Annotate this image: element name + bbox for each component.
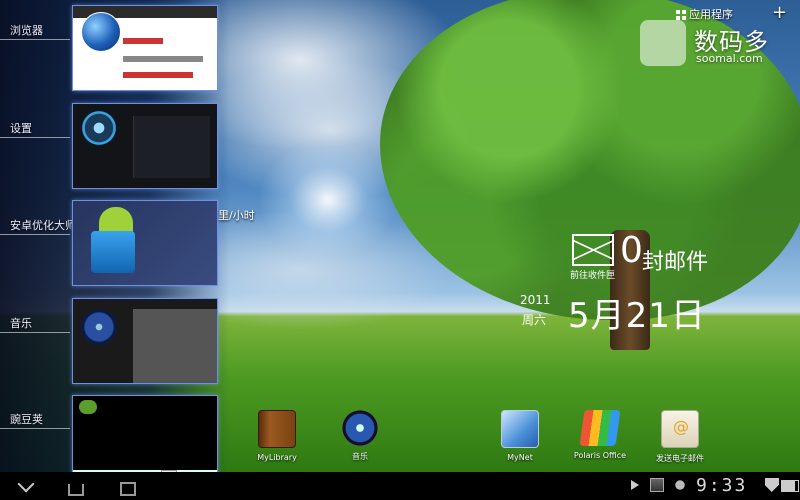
email-count: 0 (620, 230, 643, 271)
recent-app-thumb-settings[interactable] (72, 103, 218, 189)
recent-apps-icon[interactable] (114, 476, 144, 496)
dock-app-label: 音乐 (352, 452, 368, 461)
gallery-icon[interactable] (650, 478, 664, 492)
watermark-subtitle: soomal.com (696, 52, 763, 65)
watermark: 数码多 soomal.com (640, 20, 790, 70)
dock-app-music[interactable]: 音乐 (325, 410, 395, 462)
dock-app-mylibrary[interactable]: MyLibrary (242, 410, 312, 462)
date-display: 5月21日 (568, 296, 706, 336)
email-app-icon (661, 410, 699, 448)
recent-app-thumb-optimizer[interactable] (72, 200, 218, 286)
book-icon (258, 410, 296, 448)
recent-app-thumb-wandoujia[interactable] (72, 395, 218, 481)
music-icon (342, 410, 378, 446)
status-time[interactable]: 9:33 (696, 475, 747, 496)
thumb-row (123, 38, 163, 44)
email-caption: 前往收件匣 (570, 271, 616, 281)
pea-pod-icon (79, 400, 97, 414)
toolbox-icon (91, 231, 135, 273)
watermark-logo-icon (640, 20, 686, 66)
mynet-icon (501, 410, 539, 448)
recent-app-label-wandoujia: 豌豆荚 (10, 413, 43, 426)
usb-debug-icon[interactable] (673, 478, 687, 492)
dock-app-mynet[interactable]: MyNet (485, 410, 555, 462)
dock-app-label: 发送电子邮件 (656, 454, 704, 463)
recent-app-thumb-browser[interactable] (72, 5, 218, 91)
dock-app-label: MyNet (507, 453, 533, 462)
divider (0, 137, 70, 138)
email-count-suffix: 封邮件 (642, 250, 709, 275)
recent-app-label-settings: 设置 (10, 122, 32, 135)
thumb-row (123, 56, 203, 62)
divider (0, 234, 70, 235)
settings-pane (133, 116, 210, 178)
wifi-icon[interactable] (765, 478, 779, 492)
polaris-office-icon (579, 410, 621, 446)
system-bar: 9:33 (0, 472, 800, 500)
settings-dial-icon (81, 110, 117, 146)
recent-app-label-optimizer: 安卓优化大师 (10, 219, 76, 232)
recent-app-label-browser: 浏览器 (10, 24, 43, 37)
music-pane (133, 309, 217, 383)
envelope-icon (572, 234, 614, 266)
dock-app-label: Polaris Office (573, 451, 627, 460)
dock-app-email[interactable]: 发送电子邮件 (645, 410, 715, 464)
divider (0, 428, 70, 429)
thumb-row (123, 72, 193, 78)
date-weekday: 周六 (522, 313, 547, 327)
home-icon[interactable] (62, 476, 92, 496)
chevron-down-icon[interactable] (14, 476, 44, 496)
dock-app-label: MyLibrary (257, 453, 297, 462)
email-widget[interactable]: 前往收件匣 0 封邮件 (570, 230, 720, 282)
dock-app-polaris-office[interactable]: Polaris Office (565, 410, 635, 460)
recent-app-label-music: 音乐 (10, 317, 32, 330)
speaker-icon (81, 309, 117, 345)
play-icon[interactable] (628, 478, 642, 492)
divider (0, 332, 70, 333)
widget-peek-text: 里/小时 (218, 209, 255, 222)
globe-icon (81, 12, 121, 52)
battery-icon[interactable] (781, 480, 799, 492)
grid-icon (676, 10, 686, 20)
divider (0, 39, 70, 40)
date-year: 2011 (520, 293, 551, 307)
recent-app-thumb-music[interactable] (72, 298, 218, 384)
